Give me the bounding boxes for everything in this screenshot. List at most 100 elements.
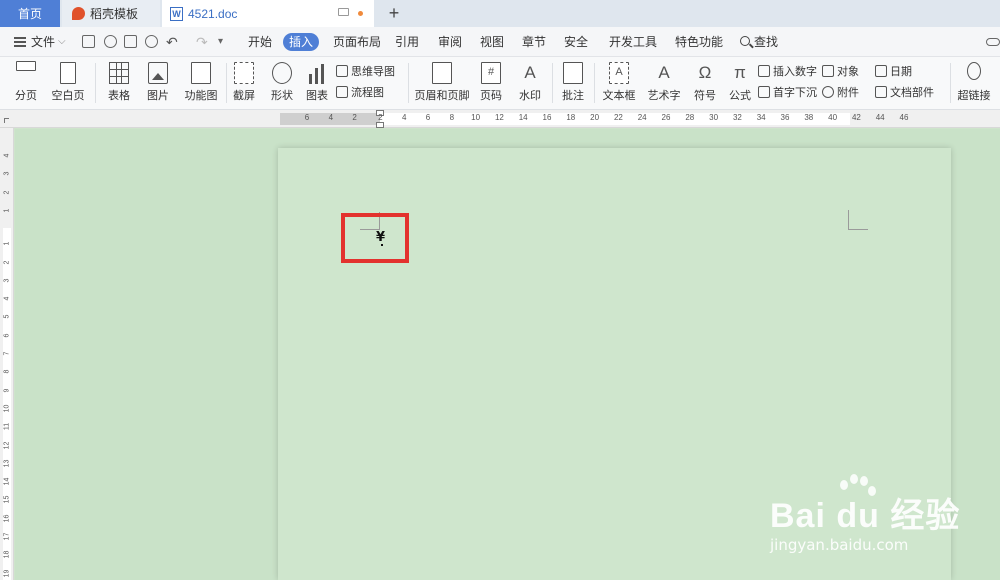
watermark-button[interactable]: A 水印 xyxy=(512,57,548,110)
page-number-button[interactable]: # 页码 xyxy=(474,57,508,110)
ruler-v-tick-label: 18 xyxy=(3,550,11,559)
ruler-tick-label: 38 xyxy=(804,113,814,122)
redo-icon[interactable]: ↷ xyxy=(196,27,208,57)
new-tab-button[interactable]: + xyxy=(384,2,404,24)
attachment-label: 附件 xyxy=(837,87,859,99)
format-painter-icon[interactable] xyxy=(104,35,117,48)
word-art-button[interactable]: A 艺术字 xyxy=(645,57,683,110)
drop-cap-button[interactable]: 首字下沉 xyxy=(758,84,817,100)
text-box-icon: A xyxy=(609,62,629,84)
hyperlink-button[interactable]: 超链接 xyxy=(955,57,993,110)
undo-icon[interactable]: ↶ xyxy=(166,27,178,57)
ruler-v-tick-label: 4 xyxy=(3,296,11,301)
blank-page-button[interactable]: 空白页 xyxy=(46,57,90,110)
screenshot-label: 截屏 xyxy=(233,90,255,102)
ruler-tick-label: 40 xyxy=(828,113,838,122)
comment-label: 批注 xyxy=(562,90,584,102)
ribbon-divider xyxy=(950,63,951,103)
ruler-tick-label: 6 xyxy=(304,113,310,122)
highlight-annotation xyxy=(341,213,409,263)
chart-button[interactable]: 图表 xyxy=(302,57,332,110)
function-chart-label: 功能图 xyxy=(184,90,218,102)
ruler-v-tick-label: 4 xyxy=(3,153,11,158)
print-preview-icon[interactable] xyxy=(145,35,158,48)
chart-icon xyxy=(307,62,327,84)
menu-developer[interactable]: 开发工具 xyxy=(609,27,657,57)
watermark-brand: Bai du 经验 xyxy=(770,497,961,535)
menu-search[interactable]: 查找 xyxy=(754,27,778,57)
hamburger-menu-icon[interactable] xyxy=(14,37,26,47)
formula-label: 公式 xyxy=(729,90,751,102)
monitor-icon[interactable] xyxy=(338,8,349,16)
doc-parts-icon xyxy=(875,86,887,98)
ruler-v-tick-label: 3 xyxy=(3,171,11,176)
flowchart-icon xyxy=(336,86,348,98)
word-art-label: 艺术字 xyxy=(647,90,681,102)
unsaved-dot-icon[interactable] xyxy=(358,11,363,16)
ruler-tick-label: 12 xyxy=(494,113,504,122)
ruler-tick-label: 4 xyxy=(328,113,334,122)
object-button[interactable]: 对象 xyxy=(822,63,859,79)
cloud-icon[interactable] xyxy=(986,38,1000,46)
ribbon-divider xyxy=(95,63,96,103)
formula-button[interactable]: π 公式 xyxy=(726,57,754,110)
text-box-button[interactable]: A 文本框 xyxy=(597,57,641,110)
function-chart-button[interactable]: 功能图 xyxy=(178,57,224,110)
menu-insert[interactable]: 插入 xyxy=(283,33,319,51)
shape-button[interactable]: 形状 xyxy=(264,57,300,110)
menu-special-features[interactable]: 特色功能 xyxy=(675,27,723,57)
tab-home[interactable]: 首页 xyxy=(0,0,60,27)
ruler-tick-label: 22 xyxy=(613,113,623,122)
menu-home[interactable]: 开始 xyxy=(248,27,272,57)
menu-sections[interactable]: 章节 xyxy=(522,27,546,57)
text-box-label: 文本框 xyxy=(602,90,636,102)
page-break-button[interactable]: 分页 xyxy=(6,57,46,110)
customize-toolbar-icon[interactable]: ▾ xyxy=(218,27,223,57)
picture-icon xyxy=(148,62,168,84)
date-button[interactable]: 日期 xyxy=(875,63,912,79)
menu-security[interactable]: 安全 xyxy=(564,27,588,57)
menu-file[interactable]: 文件 xyxy=(31,27,55,57)
horizontal-ruler[interactable]: 6 4 2 2 4 6 8 10 12 14 16 18 20 22 24 26 28 30 32 34 36 38 40 4… xyxy=(0,110,1000,128)
ruler-tick-label: 6 xyxy=(425,113,431,122)
watermark-url: jingyan.baidu.com xyxy=(770,536,909,554)
ruler-tick-label: 8 xyxy=(449,113,455,122)
tab-stop-selector[interactable] xyxy=(4,118,9,123)
ruler-v-tick-label: 7 xyxy=(3,351,11,356)
menu-page-layout[interactable]: 页面布局 xyxy=(333,27,381,57)
tab-template[interactable]: 稻壳模板 xyxy=(62,0,160,27)
left-indent-marker[interactable] xyxy=(376,122,384,128)
mind-map-button[interactable]: 思维导图 xyxy=(336,63,395,79)
screenshot-icon xyxy=(234,62,254,84)
vertical-ruler[interactable]: 4 3 2 1 1 2 3 4 5 6 7 8 9 10 11 12 13 14 15 16 17 18 19 xyxy=(0,128,14,580)
ruler-v-tick-label: 1 xyxy=(3,208,11,213)
ruler-v-tick-label: 17 xyxy=(3,532,11,541)
ruler-tick-label: 26 xyxy=(661,113,671,122)
function-chart-icon xyxy=(191,62,211,84)
ruler-v-tick-label: 1 xyxy=(3,241,11,246)
menu-references[interactable]: 引用 xyxy=(395,27,419,57)
flowchart-button[interactable]: 流程图 xyxy=(336,84,384,100)
header-footer-button[interactable]: 页眉和页脚 xyxy=(412,57,472,110)
blank-page-icon xyxy=(60,62,76,84)
print-icon[interactable] xyxy=(124,35,137,48)
search-icon[interactable] xyxy=(740,36,750,46)
menu-review[interactable]: 审阅 xyxy=(438,27,462,57)
screenshot-button[interactable]: 截屏 xyxy=(227,57,261,110)
save-icon[interactable] xyxy=(82,35,95,48)
attachment-button[interactable]: 附件 xyxy=(822,84,859,100)
ribbon-divider xyxy=(552,63,553,103)
menu-view[interactable]: 视图 xyxy=(480,27,504,57)
doc-parts-button[interactable]: 文档部件 xyxy=(875,84,934,100)
calendar-icon xyxy=(875,65,887,77)
tab-template-label: 稻壳模板 xyxy=(90,7,139,21)
insert-number-button[interactable]: 插入数字 xyxy=(758,63,817,79)
chevron-down-icon[interactable]: ⌵ xyxy=(58,27,66,57)
picture-button[interactable]: 图片 xyxy=(139,57,177,110)
tab-document[interactable]: W 4521.doc xyxy=(162,0,374,27)
table-button[interactable]: 表格 xyxy=(100,57,138,110)
symbol-button[interactable]: Ω 符号 xyxy=(687,57,723,110)
watermark-label: 水印 xyxy=(519,90,541,102)
comment-button[interactable]: 批注 xyxy=(556,57,590,110)
ruler-tick-label: 46 xyxy=(899,113,909,122)
